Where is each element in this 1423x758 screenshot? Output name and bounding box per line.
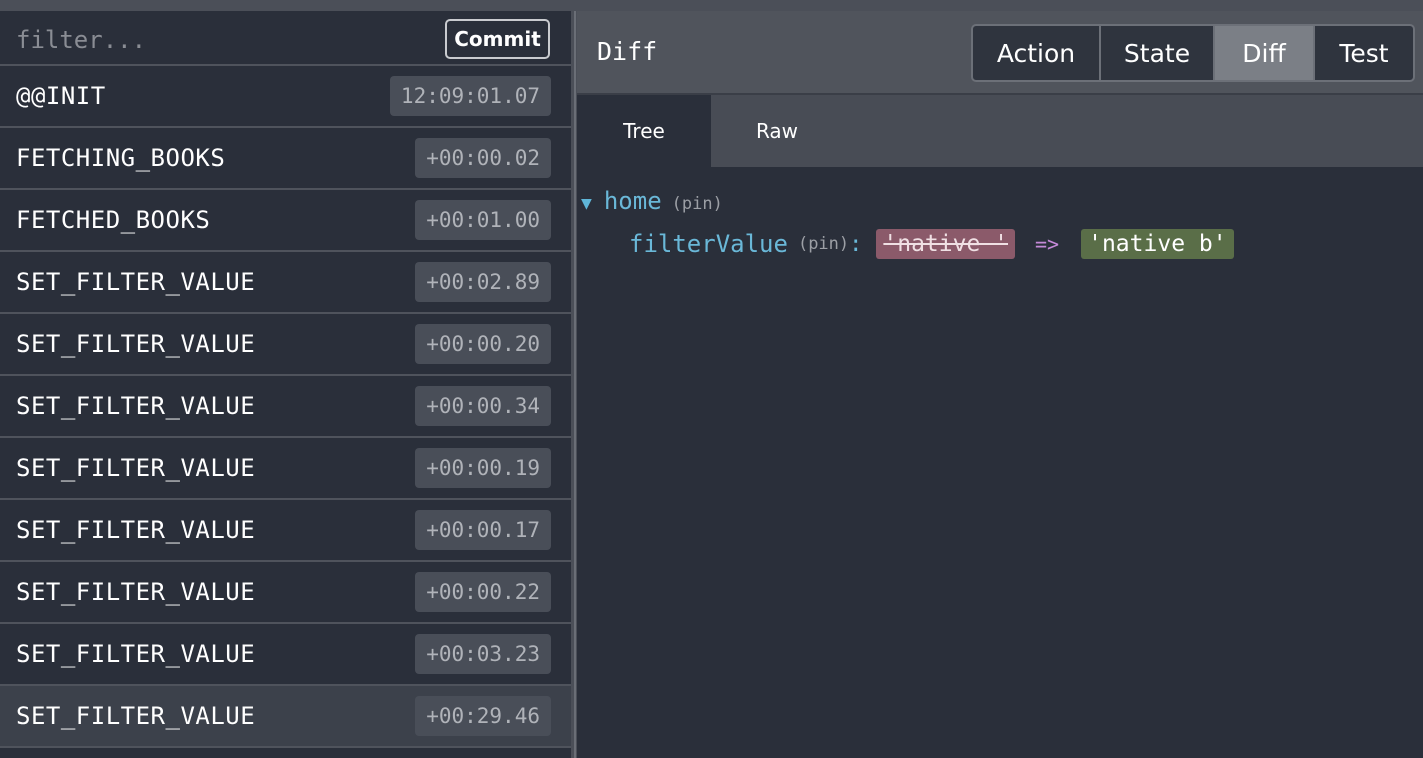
action-row[interactable]: SET_FILTER_VALUE +00:00.22 <box>0 562 571 624</box>
tab-diff[interactable]: Diff <box>1215 26 1315 80</box>
added-value: 'native b' <box>1081 229 1234 259</box>
tree-key: home <box>603 187 662 215</box>
filter-bar: Commit <box>0 11 571 66</box>
commit-button[interactable]: Commit <box>445 19 550 59</box>
action-row[interactable]: SET_FILTER_VALUE +00:02.89 <box>0 252 571 314</box>
action-row[interactable]: FETCHING_BOOKS +00:00.02 <box>0 128 571 190</box>
key-colon: : <box>849 231 863 257</box>
action-time: +00:03.23 <box>415 634 551 674</box>
action-row[interactable]: SET_FILTER_VALUE +00:29.46 <box>0 686 571 748</box>
action-time: +00:00.02 <box>415 138 551 178</box>
monitor-tab-group: Action State Diff Test <box>971 24 1415 82</box>
action-name: SET_FILTER_VALUE <box>16 454 256 482</box>
action-name: SET_FILTER_VALUE <box>16 578 256 606</box>
action-time: +00:02.89 <box>415 262 551 302</box>
action-row[interactable]: SET_FILTER_VALUE +00:00.19 <box>0 438 571 500</box>
view-subtabs: Tree Raw <box>577 95 1423 167</box>
subtab-raw[interactable]: Raw <box>711 95 843 167</box>
action-time: +00:01.00 <box>415 200 551 240</box>
action-name: SET_FILTER_VALUE <box>16 268 256 296</box>
page-title: Diff <box>597 37 658 66</box>
action-row[interactable]: SET_FILTER_VALUE +00:03.23 <box>0 624 571 686</box>
action-name: FETCHED_BOOKS <box>16 206 211 234</box>
action-name: SET_FILTER_VALUE <box>16 640 256 668</box>
tree-key: filterValue <box>629 230 788 258</box>
action-row[interactable]: SET_FILTER_VALUE +00:00.17 <box>0 500 571 562</box>
action-time: 12:09:01.07 <box>389 76 551 116</box>
action-time: +00:00.34 <box>415 386 551 426</box>
diff-arrow: => <box>1035 232 1060 256</box>
tab-state[interactable]: State <box>1101 26 1215 80</box>
action-time: +00:00.17 <box>415 510 551 550</box>
action-time: +00:00.20 <box>415 324 551 364</box>
action-row[interactable]: SET_FILTER_VALUE +00:00.20 <box>0 314 571 376</box>
action-list-panel: Commit @@INIT 12:09:01.07 FETCHING_BOOKS +… <box>0 11 571 758</box>
tab-test[interactable]: Test <box>1315 26 1413 80</box>
action-name: @@INIT <box>16 82 106 110</box>
action-row[interactable]: SET_FILTER_VALUE +00:00.34 <box>0 376 571 438</box>
panel-divider-line <box>574 11 576 758</box>
action-row[interactable]: FETCHED_BOOKS +00:01.00 <box>0 190 571 252</box>
action-name: SET_FILTER_VALUE <box>16 392 256 420</box>
removed-value: 'native ' <box>876 229 1016 259</box>
tree-node-home[interactable]: ▼ home (pin) <box>581 187 723 215</box>
pin-link[interactable]: (pin) <box>672 194 723 214</box>
action-time: +00:00.22 <box>415 572 551 612</box>
action-name: SET_FILTER_VALUE <box>16 516 256 544</box>
top-strip <box>0 0 1423 11</box>
inspector-header: Diff Action State Diff Test <box>577 11 1423 95</box>
subtab-tree[interactable]: Tree <box>577 95 711 167</box>
action-name: SET_FILTER_VALUE <box>16 330 256 358</box>
triangle-down-icon[interactable]: ▼ <box>581 193 592 214</box>
pin-link[interactable]: (pin) <box>798 234 849 254</box>
action-time: +00:00.19 <box>415 448 551 488</box>
action-row[interactable]: @@INIT 12:09:01.07 <box>0 66 571 128</box>
tree-node-filtervalue: filterValue (pin) : 'native ' => 'native… <box>629 229 1234 259</box>
inspector-panel: Diff Action State Diff Test Tree Raw ▼ h… <box>577 11 1423 758</box>
action-name: SET_FILTER_VALUE <box>16 702 256 730</box>
tab-action[interactable]: Action <box>973 26 1101 80</box>
action-list: @@INIT 12:09:01.07 FETCHING_BOOKS +00:00.0… <box>0 66 571 748</box>
action-time: +00:29.46 <box>415 696 551 736</box>
filter-input[interactable] <box>14 23 438 57</box>
action-name: FETCHING_BOOKS <box>16 144 226 172</box>
